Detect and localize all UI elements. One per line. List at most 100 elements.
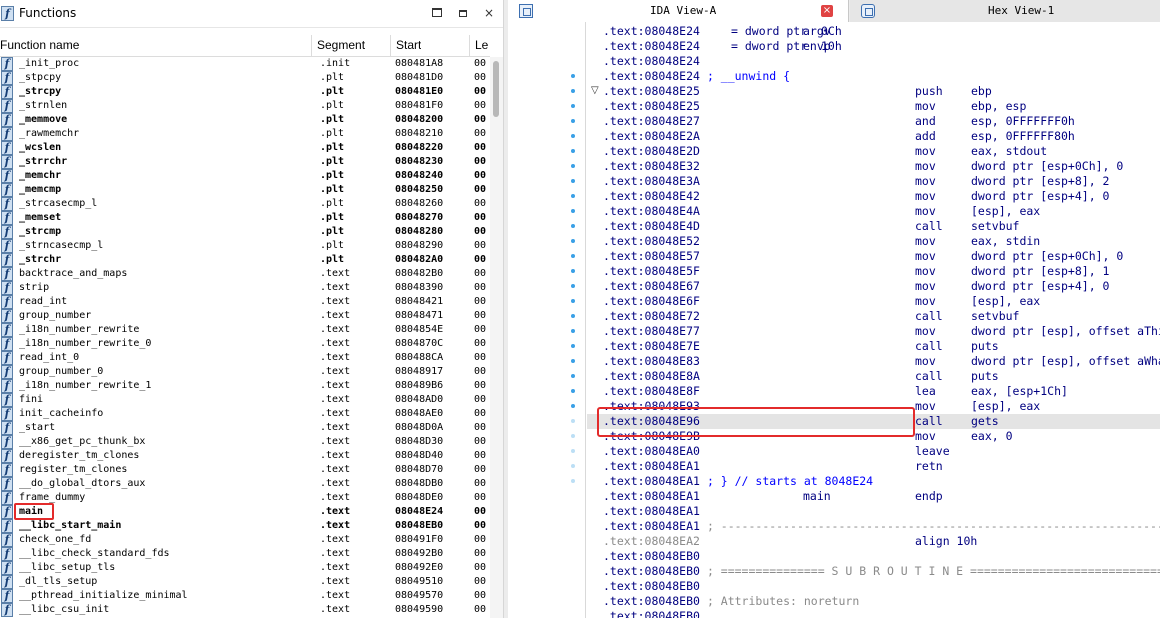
disasm-line[interactable]: .text:08048E77 mov dword ptr [esp], offset… [603,324,1160,339]
function-name: _rawmemchr [19,128,80,139]
function-row[interactable]: f register_tm_clones .text 08048D70 00 [0,463,490,477]
restore-icon[interactable] [456,6,470,20]
function-row[interactable]: f check_one_fd .text 080491F0 00 [0,533,490,547]
ida-disassembly-view[interactable]: ▽ .text:08048E24 argv = dword ptr 0Ch .text… [508,22,1160,618]
disasm-line[interactable]: .text:08048EB0 ; =============== S U B R … [603,564,1160,579]
function-row[interactable]: f _strchr .plt 080482A0 00 [0,253,490,267]
disasm-line[interactable]: .text:08048E24 envp = dword ptr 10h [603,39,842,54]
function-row[interactable]: f __pthread_initialize_minimal .text 080495… [0,589,490,603]
disasm-line[interactable]: .text:08048EA1 [603,504,700,519]
function-row[interactable]: f _memchr .plt 08048240 00 [0,169,490,183]
function-row[interactable]: f _memcmp .plt 08048250 00 [0,183,490,197]
disasm-line[interactable]: .text:08048EB0 [603,549,700,564]
function-row[interactable]: f __x86_get_pc_thunk_bx .text 08048D30 00 [0,435,490,449]
function-row[interactable]: f group_number .text 08048471 00 [0,309,490,323]
function-row[interactable]: f _i18n_number_rewrite_0 .text 0804870C 00 [0,337,490,351]
disasm-line[interactable]: .text:08048EA1 ; ------------------------… [603,519,1160,534]
function-row[interactable]: f _start .text 08048D0A 00 [0,421,490,435]
disasm-line[interactable]: .text:08048EB0 [603,609,700,618]
disasm-line[interactable]: .text:08048E8F lea eax, [esp+1Ch] [603,384,1068,399]
function-start: 080492E0 [395,562,444,573]
function-row[interactable]: f _memset .plt 08048270 00 [0,211,490,225]
function-row[interactable]: f _i18n_number_rewrite_1 .text 080489B6 00 [0,379,490,393]
function-row[interactable]: f _strncasecmp_l .plt 08048290 00 [0,239,490,253]
function-row[interactable]: f _strcmp .plt 08048280 00 [0,225,490,239]
function-row[interactable]: f init_cacheinfo .text 08048AE0 00 [0,407,490,421]
function-row[interactable]: f __libc_start_main .text 08048EB0 00 [0,519,490,533]
function-row[interactable]: f backtrace_and_maps .text 080482B0 00 [0,267,490,281]
function-row[interactable]: f _i18n_number_rewrite .text 0804854E 00 [0,323,490,337]
column-header-start[interactable]: Start [396,38,421,52]
function-row[interactable]: f __libc_setup_tls .text 080492E0 00 [0,561,490,575]
function-segment: .text [320,352,351,363]
function-row[interactable]: f __do_global_dtors_aux .text 08048DB0 00 [0,477,490,491]
function-row[interactable]: f _strcpy .plt 080481E0 00 [0,85,490,99]
function-segment: .text [320,310,351,321]
disasm-line[interactable]: .text:08048EB0 [603,579,700,594]
column-header-segment[interactable]: Segment [317,38,365,52]
close-icon[interactable]: × [482,6,496,20]
column-header-function-name[interactable]: Function name [0,38,79,52]
disasm-line[interactable]: .text:08048E67 mov dword ptr [esp+4], 0 [603,279,1109,294]
functions-scrollbar[interactable] [490,57,503,618]
function-row[interactable]: f strip .text 08048390 00 [0,281,490,295]
disasm-line[interactable]: .text:08048E3A mov dword ptr [esp+8], 2 [603,174,1109,189]
column-divider[interactable] [390,35,391,57]
tab-hex-view-1[interactable]: Hex View-1 [850,0,1160,22]
disasm-line[interactable]: .text:08048E72 call setvbuf [603,309,1019,324]
column-divider[interactable] [311,35,312,57]
function-row[interactable]: f frame_dummy .text 08048DE0 00 [0,491,490,505]
function-row[interactable]: f _dl_tls_setup .text 08049510 00 [0,575,490,589]
disasm-line[interactable]: .text:08048EA1 retn [603,459,943,474]
disasm-line[interactable]: .text:08048E24 argv = dword ptr 0Ch [603,24,842,39]
function-row[interactable]: f _stpcpy .plt 080481D0 00 [0,71,490,85]
function-row[interactable]: f _rawmemchr .plt 08048210 00 [0,127,490,141]
disasm-line[interactable]: .text:08048EA0 leave [603,444,950,459]
function-row[interactable]: f group_number_0 .text 08048917 00 [0,365,490,379]
column-header-length[interactable]: Le [475,38,490,52]
disasm-line[interactable]: .text:08048E52 mov eax, stdin [603,234,1040,249]
maximize-icon[interactable] [430,6,444,20]
function-row[interactable]: f read_int .text 08048421 00 [0,295,490,309]
disasm-line[interactable]: .text:08048E5F mov dword ptr [esp+8], 1 [603,264,1109,279]
function-row[interactable]: f _memmove .plt 08048200 00 [0,113,490,127]
disasm-line[interactable]: .text:08048E42 mov dword ptr [esp+4], 0 [603,189,1109,204]
disasm-line[interactable]: .text:08048E2D mov eax, stdout [603,144,1047,159]
function-row[interactable]: f _strnlen .plt 080481F0 00 [0,99,490,113]
tab-ida-view-a[interactable]: IDA View-A × [508,0,849,22]
function-row[interactable]: f __libc_csu_init .text 08049590 00 [0,603,490,617]
disasm-line[interactable]: .text:08048E4A mov [esp], eax [603,204,1040,219]
function-row[interactable]: f fini .text 08048AD0 00 [0,393,490,407]
function-row[interactable]: f _init_proc .init 080481A8 00 [0,57,490,71]
disasm-line[interactable]: .text:08048E24 [603,54,700,69]
function-row[interactable]: f __libc_check_standard_fds .text 080492B0 0… [0,547,490,561]
disasm-line[interactable]: .text:08048E6F mov [esp], eax [603,294,1040,309]
column-divider[interactable] [469,35,470,57]
close-icon[interactable]: × [821,5,833,17]
disasm-line[interactable]: .text:08048E83 mov dword ptr [esp], offset… [603,354,1160,369]
function-row[interactable]: f deregister_tm_clones .text 08048D40 00 [0,449,490,463]
function-row[interactable]: f read_int_0 .text 080488CA 00 [0,351,490,365]
function-start: 08048E24 [395,506,444,517]
disasm-line[interactable]: .text:08048E57 mov dword ptr [esp+0Ch], 0 [603,249,1123,264]
disasm-line[interactable]: .text:08048E25 push ebp [603,84,992,99]
function-row[interactable]: f main .text 08048E24 00 [0,505,490,519]
disasm-line[interactable]: .text:08048E2A add esp, 0FFFFFF80h [603,129,1075,144]
disasm-line[interactable]: .text:08048E7E call puts [603,339,999,354]
function-row[interactable]: f _strcasecmp_l .plt 08048260 00 [0,197,490,211]
disasm-line[interactable]: .text:08048E4D call setvbuf [603,219,1019,234]
disasm-line[interactable]: .text:08048E8A call puts [603,369,999,384]
disasm-line[interactable]: .text:08048E25 mov ebp, esp [603,99,1026,114]
disasm-line[interactable]: .text:08048EA1 ; } // starts at 8048E24 [603,474,873,489]
fold-arrow-icon[interactable]: ▽ [591,85,599,96]
scrollbar-thumb[interactable] [493,61,499,117]
disasm-line[interactable]: .text:08048E27 and esp, 0FFFFFFF0h [603,114,1075,129]
disasm-line[interactable]: .text:08048EA1 main endp [603,489,943,504]
disasm-address: .text:08048E6F [603,294,700,308]
disasm-line[interactable]: .text:08048E24 ; __unwind { [603,69,790,84]
disasm-line[interactable]: .text:08048E32 mov dword ptr [esp+0Ch], 0 [603,159,1123,174]
disasm-line[interactable]: .text:08048EA2 align 10h [603,534,977,549]
disasm-line[interactable]: .text:08048EB0 ; Attributes: noreturn [603,594,859,609]
function-row[interactable]: f _wcslen .plt 08048220 00 [0,141,490,155]
function-row[interactable]: f _strrchr .plt 08048230 00 [0,155,490,169]
